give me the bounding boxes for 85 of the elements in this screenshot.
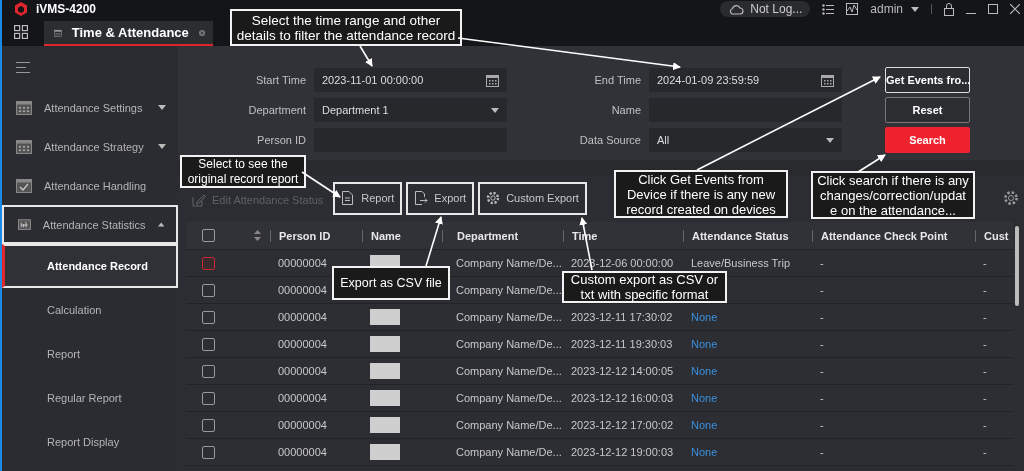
table-cell: - [983,419,987,431]
table-cell: - [983,311,987,323]
table-cell: Company Name/De... [456,257,562,269]
callout: Click Get Events from Device if there is any new record created on devices [614,170,788,218]
status-link[interactable]: None [691,419,718,431]
column-header[interactable]: Person ID [279,229,331,242]
table-cell: - [820,257,824,269]
status-link[interactable]: None [691,338,718,350]
table-cell: 2023-12-11 19:30:03 [571,338,673,350]
cloud-status-button[interactable]: Not Log... [720,1,811,17]
column-header[interactable]: Attendance Status [692,229,789,242]
action-button[interactable]: Reset [885,97,970,123]
table-cell: 00000004 [278,257,327,269]
column-header[interactable]: Attendance Check Point [821,229,948,242]
field-label: End Time [593,74,642,86]
sidebar-item[interactable]: Report Display [2,420,178,464]
sidebar-item[interactable]: Attendance Handling [2,166,178,205]
table-cell: 00000004 [278,365,327,377]
status-link[interactable]: None [691,365,718,377]
table-cell: - [820,338,824,350]
table-cell: Company Name/De... [456,419,562,431]
table-cell: 00000004 [278,446,327,458]
table-cell: - [983,338,987,350]
table-cell: Leave/Business Trip [691,257,791,269]
callout: Custom export as CSV or txt with specific format [562,271,727,303]
app-name: iVMS-4200 [36,2,97,16]
sidebar-item[interactable]: Attendance Statistics [2,205,178,244]
field-label: Start Time [254,74,307,86]
table-cell: - [983,257,987,269]
table-cell: 2023-12-12 16:00:03 [571,392,674,404]
table-cell: Company Name/De... [456,446,562,458]
callout: Select the time range and other details to filter the attendance record [230,9,462,46]
field-label: Person ID [256,134,307,146]
table-cell: Company Name/De... [456,311,562,323]
callout: Select to see the original record report [180,155,306,188]
column-header[interactable]: Department [457,229,519,242]
table-cell: - [820,311,824,323]
table-cell: 00000004 [278,284,327,296]
table-cell: - [983,392,987,404]
toolbar-button[interactable]: Report [333,181,403,215]
table-cell: - [983,284,987,296]
status-link[interactable]: None [691,446,718,458]
table-cell: - [820,446,824,458]
table-cell: - [820,284,824,296]
column-header[interactable]: Cust [984,229,1009,242]
table-cell: - [820,392,824,404]
dropdown[interactable]: Department 1 [314,98,507,122]
field-label: Data Source [578,134,642,146]
sidebar-item[interactable]: Attendance Strategy [2,127,178,166]
table-cell: 2023-12-12 17:00:02 [571,419,674,431]
table-cell: - [983,365,987,377]
tab[interactable]: Time & Attendance [44,21,213,46]
date-field[interactable]: 2024-01-09 23:59:59 [649,68,842,92]
table-cell: 00000004 [278,338,327,350]
sidebar-item[interactable]: Report [2,332,178,376]
callout: Click search if there is any changes/correction/updat e on the attendance... [811,171,975,219]
table-cell: 00000004 [278,311,327,323]
status-link[interactable]: None [691,311,718,323]
table-cell: 00000004 [278,419,327,431]
table-cell: 2023-12-11 17:30:02 [571,311,673,323]
table-cell: Company Name/De... [456,338,562,350]
table-cell: 2023-12-12 19:00:03 [571,446,674,458]
table-cell: Company Name/De... [456,284,562,296]
column-header[interactable]: Name [371,229,401,242]
search-button[interactable]: Search [885,127,970,153]
table-cell: - [820,419,824,431]
sidebar-item[interactable]: Regular Report [2,376,178,420]
callout: Export as CSV file [332,266,450,300]
table-cell: - [983,446,987,458]
date-field[interactable]: 2023-11-01 00:00:00 [314,68,507,92]
sidebar-item[interactable]: Attendance Settings [2,88,178,127]
table-cell: Company Name/De... [456,392,562,404]
field-label: Name [610,104,642,116]
user-menu[interactable]: admin [870,2,919,16]
toolbar-button[interactable]: Export [406,181,475,215]
sidebar-item[interactable]: Calculation [2,288,178,332]
toolbar-button[interactable]: Custom Export [478,181,587,215]
status-link[interactable]: None [691,392,718,404]
sidebar-item[interactable]: Attendance Record [2,244,178,288]
table-cell: Company Name/De... [456,365,562,377]
dropdown[interactable]: All [649,128,842,152]
table-cell: 00000004 [278,392,327,404]
field-label: Department [247,104,307,116]
table-cell: - [820,365,824,377]
table-cell: 2023-12-12 14:00:05 [571,365,674,377]
